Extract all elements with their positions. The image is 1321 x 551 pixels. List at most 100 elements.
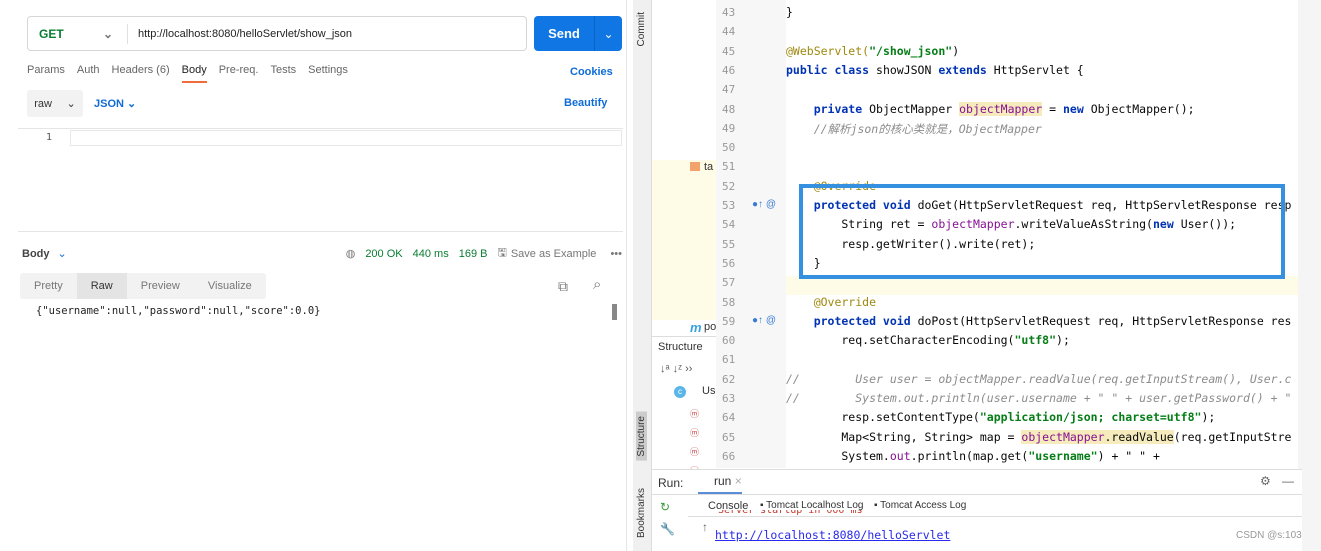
tab-raw[interactable]: Raw (76, 273, 127, 299)
project-item[interactable]: ta (704, 161, 713, 173)
rerun-icon[interactable]: ↻ (660, 500, 670, 514)
code-line: public class showJSON extends HttpServle… (786, 63, 1084, 77)
code-token: out (889, 448, 911, 463)
tab-auth[interactable]: Auth (77, 64, 100, 83)
run-config-tab[interactable]: run × (698, 474, 742, 494)
line-number: 48 (722, 102, 736, 116)
code-token: // System.out.println(user.username + " … (786, 391, 1292, 405)
chevron-down-icon: ⌄ (102, 26, 113, 41)
line-number: 61 (722, 353, 736, 367)
code-token: "application/json; charset=utf8" (979, 410, 1202, 425)
code-token: Map<String, String> map = (786, 429, 1022, 444)
search-icon[interactable]: ⌕ (593, 276, 601, 293)
line-number: 65 (722, 430, 736, 444)
structure-root[interactable]: Us (702, 385, 715, 397)
save-icon: 🖫 (497, 247, 507, 259)
body-language-select[interactable]: JSON ⌄ (94, 97, 136, 110)
tab-pre-req[interactable]: Pre-req. (219, 64, 259, 83)
line-number: 43 (722, 6, 736, 19)
chevron-down-icon[interactable]: ⌄ (594, 16, 622, 51)
code-line: protected void doPost(HttpServletRequest… (786, 313, 1292, 328)
line-number: 53 (722, 199, 736, 212)
bookmarks-tab[interactable]: Bookmarks (636, 488, 647, 538)
beautify-link[interactable]: Beautify (564, 97, 607, 109)
scrollbar[interactable] (612, 304, 617, 320)
line-number: 56 (722, 256, 736, 270)
code-token: //解析json的核心类就是，ObjectMapper (786, 121, 1042, 136)
wrench-icon[interactable]: 🔧 (660, 522, 675, 536)
cookies-link[interactable]: Cookies (570, 66, 613, 78)
copy-icon[interactable]: ⧉ (558, 278, 568, 295)
override-icon[interactable]: ●↑ @ (752, 315, 776, 326)
tab-settings[interactable]: Settings (308, 64, 348, 83)
globe-icon[interactable]: ◍ (346, 247, 356, 260)
more-icon[interactable]: ••• (610, 248, 622, 260)
code-token: ) + " " + (1097, 448, 1160, 463)
code-token: ); (1201, 410, 1216, 425)
line-number: 46 (722, 63, 736, 77)
response-view-tabs: Pretty Raw Preview Visualize (20, 273, 266, 299)
log-icon: ▪ (874, 500, 878, 511)
code-line: Map<String, String> map = objectMapper.r… (786, 429, 1292, 444)
run-label: Run: (658, 476, 684, 490)
code-line: System.out.println(map.get("username") +… (786, 449, 1160, 463)
maven-icon: m (690, 320, 702, 335)
close-icon[interactable]: × (735, 474, 742, 488)
code-token: @WebServlet( (786, 43, 870, 58)
console-output: Server startup in 000 ms (718, 510, 863, 516)
tab-tomcat-access-log[interactable]: ▪ Tomcat Access Log (874, 500, 966, 511)
url-input[interactable]: http://localhost:8080/helloServlet/show_… (128, 28, 352, 40)
code-token: new (1062, 101, 1091, 116)
tool-window-strip: Commit Structure Bookmarks (633, 0, 652, 551)
code-token: protected void (786, 313, 918, 328)
send-button[interactable]: Send ⌄ (534, 16, 622, 51)
code-line: // User user = objectMapper.readValue(re… (786, 372, 1291, 386)
line-number: 54 (722, 218, 736, 232)
line-number: 62 (722, 372, 736, 386)
structure-tab[interactable]: Structure (636, 412, 647, 461)
project-item[interactable]: po (704, 321, 716, 333)
response-time[interactable]: 440 ms (413, 248, 449, 260)
code-token: public class (786, 62, 877, 77)
code-token: ObjectMapper (869, 101, 960, 116)
body-mode-select[interactable]: raw ⌄ (27, 90, 83, 117)
code-token: .readValue (1104, 429, 1174, 444)
minimize-icon[interactable]: — (1282, 474, 1294, 488)
code-token: (req.getInputStre (1173, 429, 1292, 444)
tab-body[interactable]: Body (181, 64, 207, 83)
code-token: .println(map.get( (910, 448, 1029, 463)
code-token: showJSON (876, 62, 939, 77)
gear-icon[interactable]: ⚙ (1260, 474, 1271, 488)
line-number: 47 (722, 83, 736, 97)
method-select[interactable]: GET ⌄ (28, 23, 128, 44)
status-code[interactable]: 200 OK (365, 248, 402, 260)
request-body-editor[interactable]: 1 (18, 128, 623, 232)
response-size[interactable]: 169 B (459, 248, 488, 260)
scroll-up-icon[interactable]: ↑ (702, 520, 708, 534)
line-number: 57 (722, 276, 736, 290)
project-pane: ta m po Structure ↓ᵃ ↓ᶻ ›› c Us ⓜⓜⓜⓜ (652, 0, 716, 476)
sort-icon[interactable]: ↓ᵃ ↓ᶻ ›› (660, 363, 692, 375)
commit-tab[interactable]: Commit (636, 12, 647, 46)
override-icon[interactable]: ●↑ @ (752, 199, 776, 210)
tab-headers[interactable]: Headers (6) (112, 64, 170, 83)
code-line: resp.setContentType("application/json; c… (786, 410, 1215, 424)
code-token: resp.setContentType( (786, 410, 980, 425)
tab-visualize[interactable]: Visualize (194, 273, 266, 299)
tab-tests[interactable]: Tests (270, 64, 296, 83)
line-number: 55 (722, 237, 736, 251)
code-token: extends (938, 62, 994, 77)
console-link[interactable]: http://localhost:8080/helloServlet (715, 528, 950, 542)
tab-preview[interactable]: Preview (127, 273, 194, 299)
tab-pretty[interactable]: Pretty (20, 273, 77, 299)
code-line: @WebServlet("/show_json") (786, 44, 959, 58)
tab-params[interactable]: Params (27, 64, 65, 83)
code-token: ) (952, 43, 960, 58)
code-token: "utf8" (1014, 333, 1057, 348)
line-number: 49 (722, 121, 736, 135)
save-as-example-button[interactable]: Save as Example (511, 248, 597, 260)
request-tabs: Params Auth Headers (6) Body Pre-req. Te… (27, 64, 360, 83)
response-body: {"username":null,"password":null,"score"… (36, 305, 321, 317)
response-body-select[interactable]: Body (22, 248, 50, 260)
chevron-down-icon[interactable]: ⌄ (58, 247, 67, 260)
